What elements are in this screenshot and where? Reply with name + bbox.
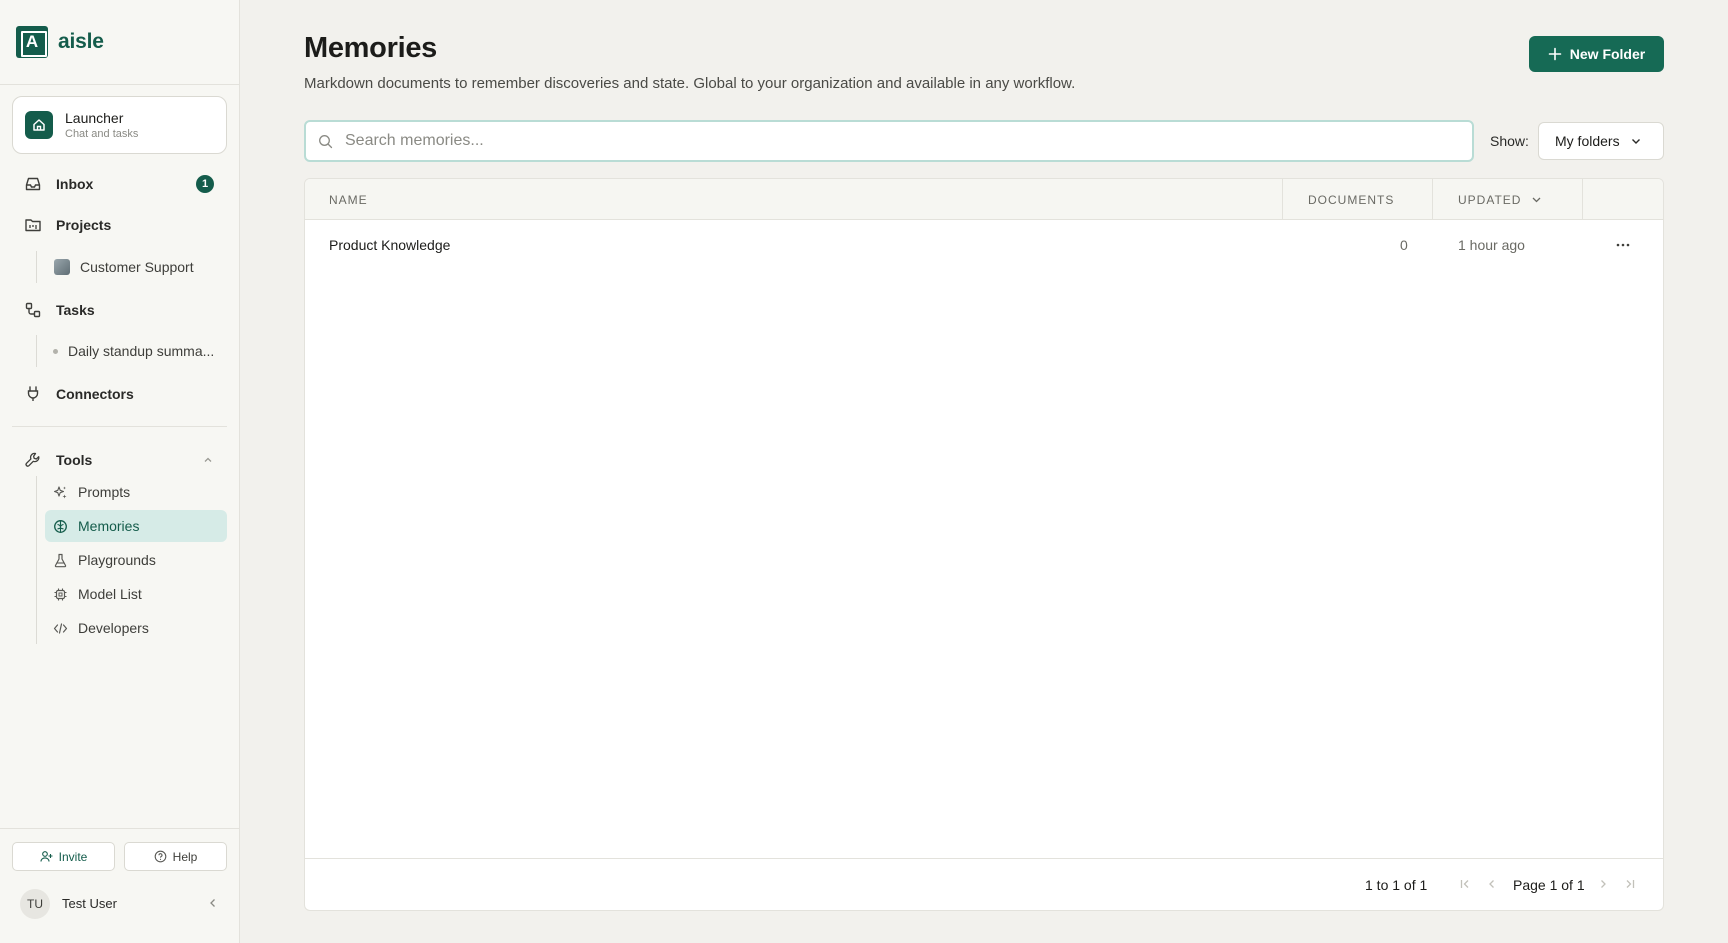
tool-item-label: Memories: [78, 518, 140, 534]
help-label: Help: [172, 849, 198, 864]
last-page-icon[interactable]: [1623, 877, 1637, 891]
chip-icon: [54, 588, 67, 600]
new-folder-button[interactable]: New Folder: [1529, 36, 1664, 72]
brain-icon: [54, 519, 67, 533]
first-page-icon[interactable]: [1458, 877, 1472, 891]
column-header-updated-label: UPDATED: [1458, 192, 1522, 207]
nav-inbox-label: Inbox: [56, 176, 94, 192]
pagination-page-info: Page 1 of 1: [1513, 877, 1585, 893]
brand[interactable]: A aisle: [16, 26, 104, 58]
tool-item-label: Developers: [78, 620, 149, 636]
table-header: NAME DOCUMENTS UPDATED: [305, 179, 1663, 220]
tool-item-model-list[interactable]: Model List: [45, 578, 227, 610]
plus-icon: [1548, 47, 1562, 61]
column-separator: [1282, 179, 1283, 220]
row-name[interactable]: Product Knowledge: [329, 220, 450, 270]
table-row[interactable]: Product Knowledge 0 1 hour ago: [305, 220, 1663, 270]
launcher-title: Launcher: [65, 110, 124, 126]
invite-button[interactable]: Invite: [12, 842, 115, 871]
pagination-bar: 1 to 1 of 1 Page 1 of 1: [305, 858, 1663, 910]
column-separator: [1582, 179, 1583, 220]
page-title: Memories: [304, 32, 437, 64]
help-button[interactable]: Help: [124, 842, 227, 871]
nav-tasks[interactable]: Tasks: [24, 299, 95, 321]
wrench-icon: [25, 452, 40, 467]
row-actions-button[interactable]: [1615, 220, 1631, 270]
chevron-down-icon: [1631, 139, 1640, 144]
aisle-logo: A: [16, 26, 48, 58]
show-filter-select[interactable]: My folders: [1538, 122, 1664, 160]
tool-item-label: Prompts: [78, 484, 131, 500]
user-plus-icon: [40, 851, 53, 862]
tools-tree-line: [36, 476, 37, 644]
plug-icon: [27, 386, 39, 401]
user-name[interactable]: Test User: [62, 896, 117, 911]
page-subtitle: Markdown documents to remember discoveri…: [304, 75, 1076, 92]
search-input[interactable]: [345, 132, 1445, 150]
invite-label: Invite: [58, 849, 88, 864]
sidebar: A aisle Launcher Chat and tasks Inbox 1 …: [0, 0, 240, 943]
project-thumbnail: [54, 259, 70, 275]
help-circle-icon: [154, 850, 167, 863]
sidebar-divider: [12, 426, 227, 427]
row-updated: 1 hour ago: [1458, 237, 1525, 253]
search-icon: [319, 134, 333, 148]
code-icon: [53, 622, 68, 634]
nav-projects-label: Projects: [56, 217, 112, 233]
show-filter-value: My folders: [1555, 133, 1620, 149]
nav-connectors-label: Connectors: [56, 386, 134, 402]
nav-inbox[interactable]: Inbox: [24, 173, 93, 195]
inbox-count-badge: 1: [196, 175, 214, 193]
search-box[interactable]: [304, 120, 1474, 162]
task-item-label: Daily standup summa...: [68, 343, 215, 359]
column-header-updated[interactable]: UPDATED: [1458, 179, 1542, 220]
column-header-documents[interactable]: DOCUMENTS: [1308, 179, 1394, 220]
tool-item-label: Model List: [78, 586, 142, 602]
flask-icon: [54, 553, 67, 567]
previous-page-icon[interactable]: [1485, 877, 1499, 891]
row-documents: 0: [1400, 237, 1408, 253]
task-item-daily-standup[interactable]: Daily standup summa...: [53, 340, 214, 362]
pagination-range: 1 to 1 of 1: [1365, 877, 1428, 893]
home-icon: [25, 111, 53, 139]
task-dot: [53, 348, 58, 354]
tasks-tree-line: [36, 335, 37, 367]
chevron-up-icon[interactable]: [202, 454, 214, 466]
tool-item-memories[interactable]: Memories: [45, 510, 227, 542]
project-item-customer-support[interactable]: Customer Support: [54, 256, 194, 278]
user-avatar[interactable]: TU: [20, 889, 50, 919]
sparkles-icon: [53, 485, 67, 498]
tool-item-prompts[interactable]: Prompts: [45, 476, 227, 508]
project-item-label: Customer Support: [80, 259, 194, 275]
sidebar-divider: [0, 828, 239, 829]
nav-connectors[interactable]: Connectors: [24, 383, 134, 405]
nav-tasks-label: Tasks: [56, 302, 95, 318]
projects-tree-line: [36, 251, 37, 283]
column-header-name[interactable]: NAME: [329, 179, 368, 220]
nav-tools-label: Tools: [56, 452, 93, 468]
sidebar-divider: [0, 84, 239, 85]
launcher-button[interactable]: Launcher Chat and tasks: [12, 96, 227, 154]
column-separator: [1432, 179, 1433, 220]
tool-item-playgrounds[interactable]: Playgrounds: [45, 544, 227, 576]
tool-item-label: Playgrounds: [78, 552, 156, 568]
brand-name: aisle: [58, 30, 104, 53]
folder-kanban-icon: [25, 219, 41, 232]
sort-chevron-down-icon: [1532, 197, 1541, 203]
workflow-icon: [25, 302, 41, 318]
new-folder-label: New Folder: [1569, 46, 1646, 62]
launcher-subtitle: Chat and tasks: [65, 128, 139, 140]
chevron-left-icon[interactable]: [206, 896, 220, 910]
show-label: Show:: [1490, 133, 1529, 149]
memories-table: NAME DOCUMENTS UPDATED Product Knowledge…: [304, 178, 1664, 911]
tool-item-developers[interactable]: Developers: [45, 612, 227, 644]
nav-tools[interactable]: Tools: [24, 449, 92, 471]
nav-projects[interactable]: Projects: [24, 214, 111, 236]
inbox-icon: [25, 177, 41, 191]
next-page-icon[interactable]: [1596, 877, 1610, 891]
more-horizontal-icon: [1616, 243, 1630, 247]
